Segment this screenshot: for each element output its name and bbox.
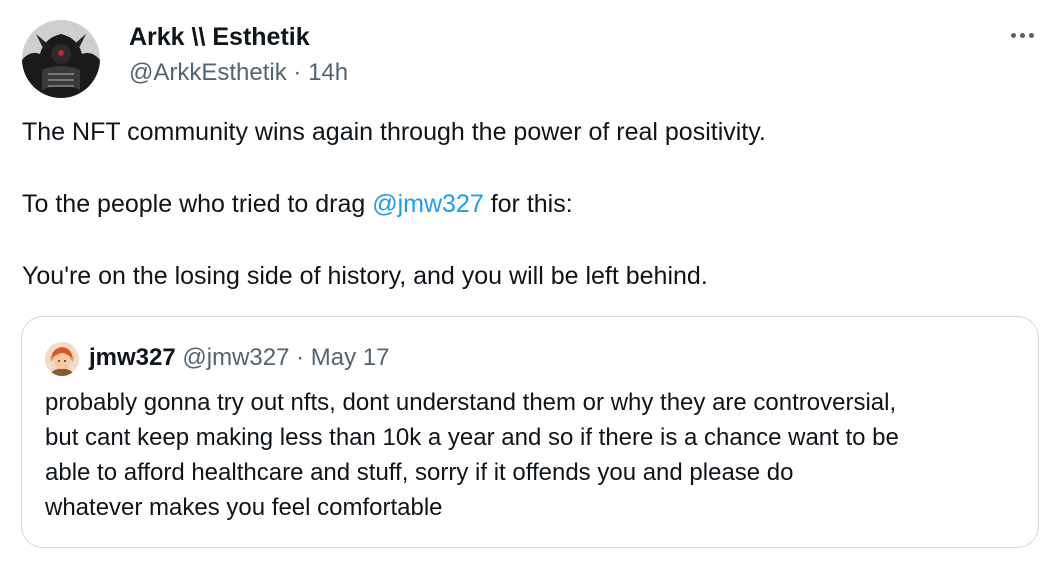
author-display-name[interactable]: Arkk \\ Esthetik (129, 22, 310, 52)
quoted-date[interactable]: May 17 (311, 344, 390, 371)
quoted-separator: · (296, 344, 305, 371)
tweet-timestamp[interactable]: 14h (308, 59, 348, 86)
more-options-button[interactable] (1000, 20, 1044, 50)
more-horizontal-icon (1010, 32, 1016, 38)
quoted-display-name[interactable]: jmw327 (89, 344, 176, 371)
quoted-line: able to afford healthcare and stuff, sor… (45, 459, 794, 486)
author-handle[interactable]: @ArkkEsthetik (129, 59, 287, 86)
tweet-text: The NFT community wins again through the… (22, 114, 1032, 294)
quoted-header: jmw327 @jmw327 · May 17 (89, 343, 390, 373)
avatar[interactable] (22, 20, 100, 98)
tweet-line-1: The NFT community wins again through the… (22, 118, 766, 146)
tweet-line-2: To the people who tried to drag @jmw327 … (22, 190, 573, 218)
quoted-text: probably gonna try out nfts, dont unders… (45, 385, 1025, 525)
quoted-tweet[interactable]: jmw327 @jmw327 · May 17 probably gonna t… (21, 316, 1039, 548)
quoted-avatar-image (45, 342, 79, 376)
meta-separator: · (293, 59, 302, 86)
quoted-handle[interactable]: @jmw327 (182, 344, 289, 371)
quoted-line: whatever makes you feel comfortable (45, 494, 443, 521)
quoted-line: but cant keep making less than 10k a yea… (45, 424, 899, 451)
tweet-line-3: You're on the losing side of history, an… (22, 262, 708, 290)
avatar-image (22, 20, 100, 98)
quoted-avatar[interactable] (45, 342, 79, 376)
quoted-line: probably gonna try out nfts, dont unders… (45, 389, 897, 416)
author-meta: @ArkkEsthetik · 14h (129, 58, 348, 88)
mention-link[interactable]: @jmw327 (372, 190, 484, 218)
